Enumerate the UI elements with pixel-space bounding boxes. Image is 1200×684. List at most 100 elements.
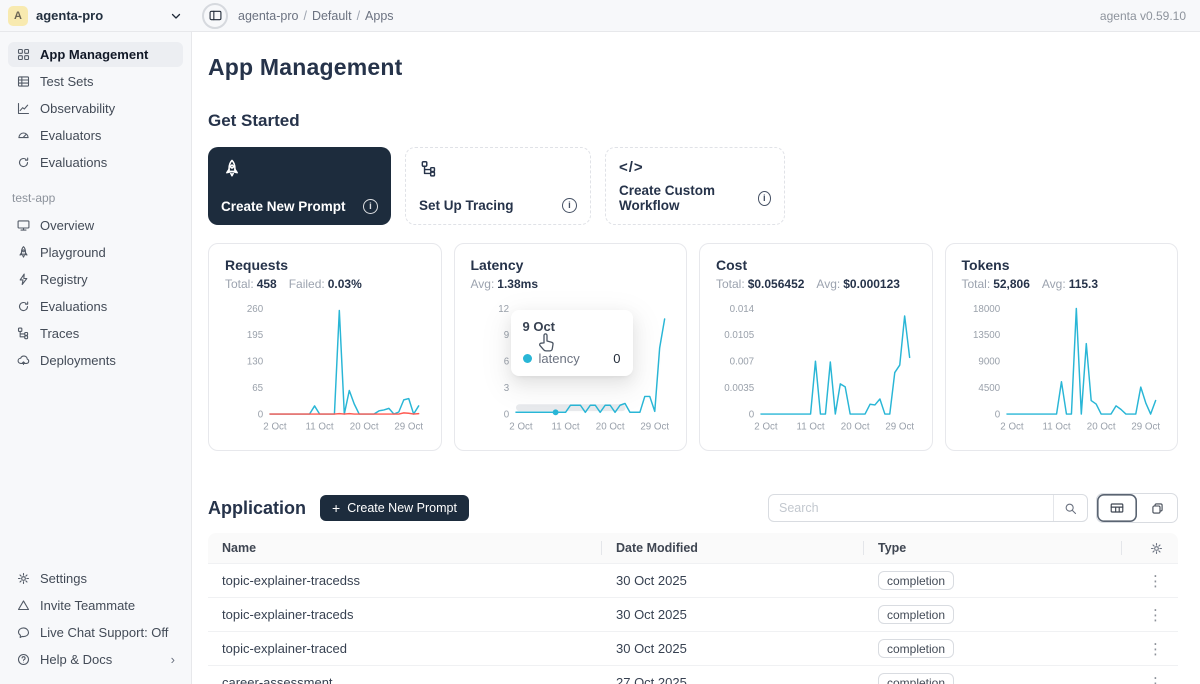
svg-text:4500: 4500: [978, 383, 1000, 394]
rocket-icon: [16, 245, 31, 260]
workspace-selector[interactable]: A agenta-pro: [0, 6, 192, 26]
svg-text:12: 12: [498, 304, 509, 315]
svg-text:130: 130: [247, 357, 264, 368]
svg-text:0.007: 0.007: [730, 357, 754, 368]
search-input[interactable]: [769, 501, 1053, 515]
gear-icon: [1149, 541, 1164, 556]
svg-text:2 Oct: 2 Oct: [1000, 422, 1024, 433]
breadcrumb-apps[interactable]: Apps: [365, 9, 394, 23]
info-icon[interactable]: i: [758, 191, 771, 206]
sidebar-item-observability[interactable]: Observability: [8, 96, 183, 121]
svg-text:13500: 13500: [972, 330, 1000, 341]
svg-text:20 Oct: 20 Oct: [1086, 422, 1115, 433]
sidebar-item-traces[interactable]: Traces: [8, 321, 183, 346]
legend-dot: [523, 354, 532, 363]
card-label: Create New Prompt: [221, 199, 346, 214]
line-chart-icon: [16, 101, 31, 116]
sidebar-toggle-button[interactable]: [202, 3, 228, 29]
stat-total: Total:458: [225, 277, 277, 291]
sidebar-item-help-docs[interactable]: Help & Docs ›: [8, 647, 183, 672]
chat-icon: [16, 625, 31, 640]
sidebar-item-deployments[interactable]: Deployments: [8, 348, 183, 373]
table-row[interactable]: career-assessment 27 Oct 2025 completion…: [208, 665, 1178, 684]
table-row[interactable]: topic-explainer-traceds 30 Oct 2025 comp…: [208, 597, 1178, 631]
workspace-name: agenta-pro: [36, 8, 162, 23]
sidebar-item-invite-teammate[interactable]: Invite Teammate: [8, 593, 183, 618]
tokens-chart-plot[interactable]: 04500900013500180002 Oct11 Oct20 Oct29 O…: [962, 297, 1162, 450]
app-name[interactable]: topic-explainer-traceds: [208, 607, 602, 622]
sidebar-item-evaluations[interactable]: Evaluations: [8, 150, 183, 175]
search-button[interactable]: [1053, 495, 1087, 521]
stat-total: Total:$0.056452: [716, 277, 804, 291]
card-view-button[interactable]: [1137, 494, 1177, 522]
create-new-prompt-button[interactable]: + Create New Prompt: [320, 495, 469, 521]
table-row[interactable]: topic-explainer-traced 30 Oct 2025 compl…: [208, 631, 1178, 665]
sidebar-item-label: Live Chat Support: Off: [40, 625, 168, 640]
create-custom-workflow-card[interactable]: </> Create Custom Workflow i: [605, 147, 785, 225]
sidebar-item-registry[interactable]: Registry: [8, 267, 183, 292]
breadcrumb-project[interactable]: Default: [312, 9, 352, 23]
rocket-icon: [221, 158, 243, 180]
svg-text:0.014: 0.014: [730, 304, 755, 315]
sidebar-item-overview[interactable]: Overview: [8, 213, 183, 238]
svg-text:260: 260: [247, 304, 264, 315]
refresh-icon: [16, 155, 31, 170]
app-name[interactable]: topic-explainer-tracedss: [208, 573, 602, 588]
stat-avg: Avg:1.38ms: [471, 277, 539, 291]
svg-text:0.0035: 0.0035: [724, 383, 754, 394]
chart-tooltip: 9 Oct latency 0: [511, 310, 633, 376]
sidebar-item-playground[interactable]: Playground: [8, 240, 183, 265]
svg-text:29 Oct: 29 Oct: [640, 422, 669, 433]
sidebar-item-live-chat[interactable]: Live Chat Support: Off: [8, 620, 183, 645]
app-version: agenta v0.59.10: [1100, 9, 1200, 23]
svg-text:11 Oct: 11 Oct: [797, 422, 825, 433]
info-icon[interactable]: i: [363, 199, 378, 214]
table-view-button[interactable]: [1097, 494, 1137, 522]
sidebar-item-test-sets[interactable]: Test Sets: [8, 69, 183, 94]
row-actions-button[interactable]: ⋮: [1122, 606, 1178, 624]
mouse-cursor-icon: [535, 332, 557, 356]
refresh-icon: [16, 299, 31, 314]
sidebar-section-label: test-app: [12, 191, 179, 205]
svg-text:29 Oct: 29 Oct: [1131, 422, 1160, 433]
sidebar-item-settings[interactable]: Settings: [8, 566, 183, 591]
stat-avg: Avg:115.3: [1042, 277, 1098, 291]
sidebar-item-evaluators[interactable]: Evaluators: [8, 123, 183, 148]
type-badge: completion: [878, 639, 954, 658]
row-actions-button[interactable]: ⋮: [1122, 640, 1178, 658]
monitor-icon: [16, 218, 31, 233]
latency-chart-card: Latency Avg:1.38ms 0369122 Oct11 Oct20 O…: [454, 243, 688, 451]
breadcrumb-workspace[interactable]: agenta-pro: [238, 9, 298, 23]
app-name[interactable]: career-assessment: [208, 675, 602, 684]
create-new-prompt-card[interactable]: Create New Prompt i: [208, 147, 391, 225]
app-date: 30 Oct 2025: [602, 607, 864, 622]
bolt-icon: [16, 272, 31, 287]
info-icon[interactable]: i: [562, 198, 577, 213]
requests-chart-plot[interactable]: 0651301952602 Oct11 Oct20 Oct29 Oct: [225, 297, 425, 450]
card-label: Create Custom Workflow: [619, 183, 758, 213]
tracing-tree-icon: [419, 159, 439, 179]
table-view-icon: [1109, 500, 1125, 516]
table-row[interactable]: topic-explainer-tracedss 30 Oct 2025 com…: [208, 563, 1178, 597]
table-settings-button[interactable]: [1122, 533, 1178, 563]
metrics-cards: Requests Total:458 Failed:0.03% 06513019…: [208, 243, 1178, 451]
breadcrumb: agenta-pro / Default / Apps: [238, 9, 394, 23]
sidebar-item-evaluations-app[interactable]: Evaluations: [8, 294, 183, 319]
col-date-modified[interactable]: Date Modified: [602, 533, 864, 563]
svg-text:0: 0: [994, 409, 1000, 420]
help-icon: [16, 652, 31, 667]
cost-chart-plot[interactable]: 00.00350.0070.01050.0142 Oct11 Oct20 Oct…: [716, 297, 916, 450]
chevron-down-icon: [170, 10, 182, 22]
chart-title: Tokens: [962, 257, 1162, 273]
cost-chart-card: Cost Total:$0.056452 Avg:$0.000123 00.00…: [699, 243, 933, 451]
svg-text:9: 9: [503, 330, 508, 341]
app-name[interactable]: topic-explainer-traced: [208, 641, 602, 656]
type-badge: completion: [878, 673, 954, 684]
row-actions-button[interactable]: ⋮: [1122, 674, 1178, 684]
sidebar-item-app-management[interactable]: App Management: [8, 42, 183, 67]
col-type[interactable]: Type: [864, 533, 1122, 563]
set-up-tracing-card[interactable]: Set Up Tracing i: [405, 147, 591, 225]
row-actions-button[interactable]: ⋮: [1122, 572, 1178, 590]
svg-text:20 Oct: 20 Oct: [595, 422, 624, 433]
col-name[interactable]: Name: [208, 533, 602, 563]
